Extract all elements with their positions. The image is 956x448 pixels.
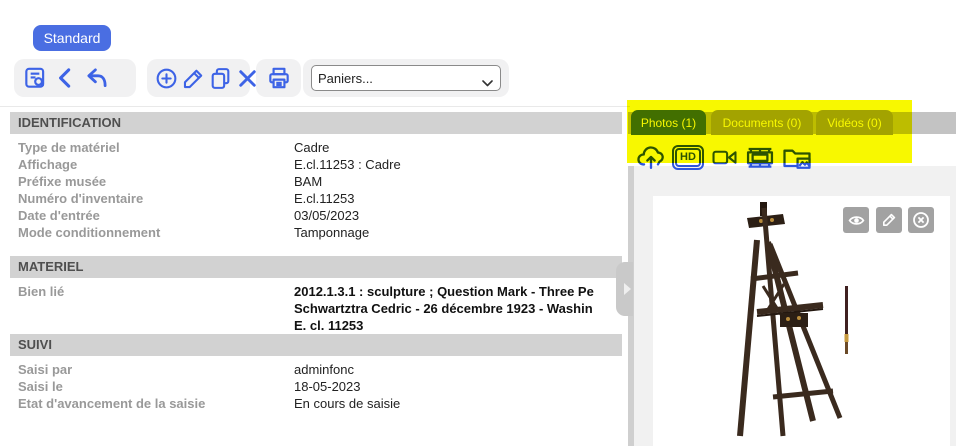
field-row: Mode conditionnement Tamponnage — [18, 224, 622, 241]
field-value: 03/05/2023 — [294, 207, 622, 224]
view-tab-standard[interactable]: Standard — [33, 25, 111, 51]
edit-icon[interactable] — [181, 65, 206, 92]
video-camera-icon[interactable] — [710, 146, 739, 169]
identification-fields: Type de matériel Cadre Affichage E.cl.11… — [10, 134, 622, 241]
field-label: Préfixe musée — [18, 173, 294, 190]
chevron-right-icon — [624, 283, 631, 295]
record-list-icon[interactable] — [21, 65, 48, 92]
toolbar-navigation-group — [14, 59, 136, 97]
basket-dropdown[interactable]: Paniers... — [311, 65, 501, 91]
copy-icon[interactable] — [208, 65, 233, 92]
field-row: Saisi le 18-05-2023 — [18, 378, 622, 395]
photo-easel-image — [667, 198, 877, 448]
content-top-divider — [0, 106, 630, 107]
suivi-fields: Saisi par adminfonc Saisi le 18-05-2023 … — [10, 356, 622, 412]
linked-item-line: Schwartztra Cedric - 26 décembre 1923 - … — [294, 300, 624, 317]
hd-label: HD — [675, 148, 701, 167]
field-label: Type de matériel — [18, 139, 294, 156]
hd-selected-outline: HD — [672, 145, 704, 170]
field-value: E.cl.11253 — [294, 190, 622, 207]
field-value: En cours de saisie — [294, 395, 622, 412]
linked-item-line: E. cl. 11253 — [294, 317, 624, 334]
field-label: Mode conditionnement — [18, 224, 294, 241]
field-value: adminfonc — [294, 361, 622, 378]
field-row: Saisi par adminfonc — [18, 361, 622, 378]
field-row: Type de matériel Cadre — [18, 139, 622, 156]
tab-videos[interactable]: Vidéos (0) — [816, 110, 893, 135]
basket-dropdown-container: Paniers... — [303, 59, 509, 97]
field-label: Numéro d'inventaire — [18, 190, 294, 207]
tab-photos[interactable]: Photos (1) — [631, 110, 706, 135]
photo-card[interactable] — [653, 196, 950, 446]
linked-item-line: 2012.1.3.1 : sculpture ; Question Mark -… — [294, 283, 624, 300]
field-value: E.cl.11253 : Cadre — [294, 156, 622, 173]
view-photo-button[interactable] — [843, 207, 869, 233]
field-row: Date d'entrée 03/05/2023 — [18, 207, 622, 224]
toolbar-edit-group — [147, 59, 250, 97]
edit-photo-button[interactable] — [876, 207, 902, 233]
back-icon[interactable] — [52, 65, 79, 92]
field-label: Saisi par — [18, 361, 294, 378]
field-value: BAM — [294, 173, 622, 190]
tab-documents[interactable]: Documents (0) — [711, 110, 813, 135]
field-value: Cadre — [294, 139, 622, 156]
record-detail-panel: IDENTIFICATION Type de matériel Cadre Af… — [10, 112, 622, 412]
field-value: Tamponnage — [294, 224, 622, 241]
add-icon[interactable] — [154, 65, 179, 92]
field-label: Date d'entrée — [18, 207, 294, 224]
print-icon[interactable] — [265, 65, 292, 92]
field-row: Numéro d'inventaire E.cl.11253 — [18, 190, 622, 207]
field-row: Préfixe musée BAM — [18, 173, 622, 190]
paintbrush — [845, 286, 849, 354]
field-value: 18-05-2023 — [294, 378, 622, 395]
remove-photo-button[interactable] — [908, 207, 934, 233]
undo-icon[interactable] — [83, 65, 110, 92]
panel-expand-handle[interactable] — [616, 262, 633, 316]
field-row: Bien lié 2012.1.3.1 : sculpture ; Questi… — [18, 283, 622, 334]
toolbar-print-group — [256, 59, 301, 97]
materiel-fields: Bien lié 2012.1.3.1 : sculpture ; Questi… — [10, 278, 622, 334]
screenshot-root: { "view_tab": { "label": "Standard" }, "… — [0, 0, 956, 446]
field-label: Etat d'avancement de la saisie — [18, 395, 294, 412]
field-row: Etat d'avancement de la saisie En cours … — [18, 395, 622, 412]
section-header-suivi: SUIVI — [10, 334, 622, 356]
upload-cloud-icon[interactable] — [636, 144, 666, 171]
hd-quality-icon[interactable]: HD — [672, 145, 704, 170]
section-header-identification: IDENTIFICATION — [10, 112, 622, 134]
folder-image-icon[interactable] — [781, 145, 813, 170]
field-row: Affichage E.cl.11253 : Cadre — [18, 156, 622, 173]
field-label: Affichage — [18, 156, 294, 173]
section-header-materiel: MATERIEL — [10, 256, 622, 278]
media-toolbar: HD — [636, 143, 813, 172]
linked-item-value: 2012.1.3.1 : sculpture ; Question Mark -… — [294, 283, 624, 334]
field-label: Saisi le — [18, 378, 294, 395]
film-frame-icon[interactable] — [745, 145, 775, 170]
field-label: Bien lié — [18, 283, 294, 334]
